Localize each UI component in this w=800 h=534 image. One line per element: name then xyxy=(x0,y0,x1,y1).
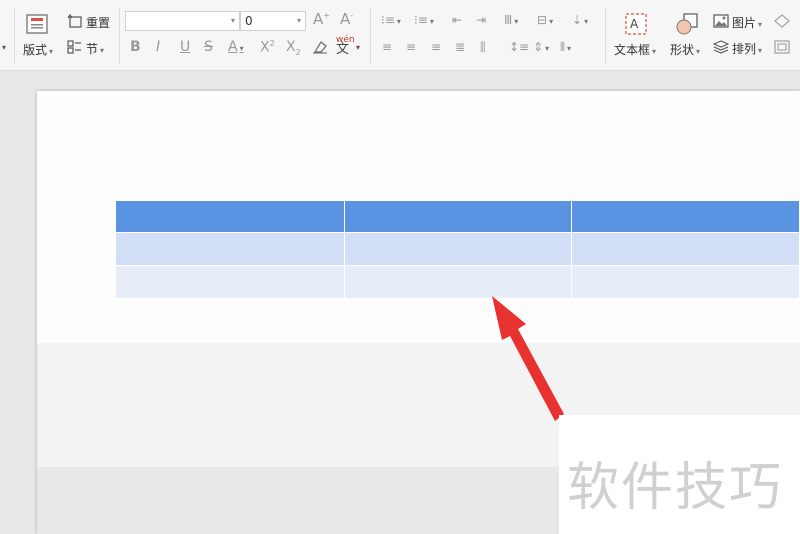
watermark: 软件技巧 xyxy=(559,415,800,534)
watermark-text: 软件技巧 xyxy=(567,458,784,518)
